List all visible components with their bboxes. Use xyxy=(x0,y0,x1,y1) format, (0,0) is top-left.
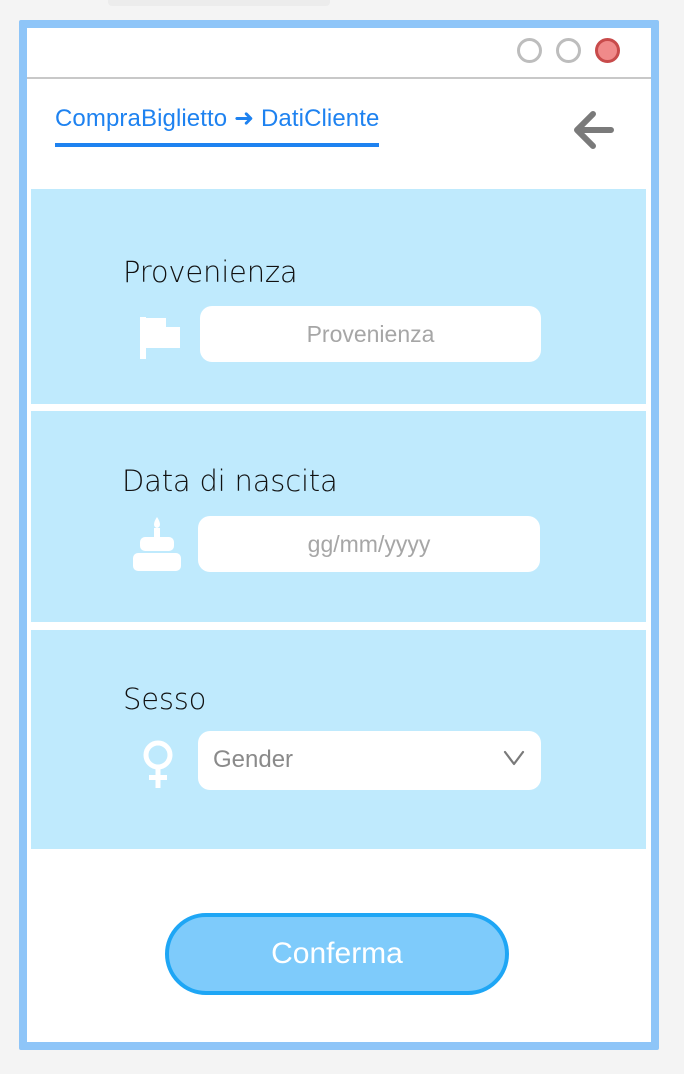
gender-select-value: Gender xyxy=(213,746,294,773)
flag-icon xyxy=(138,316,182,365)
title-bar xyxy=(27,28,651,79)
app-window: CompraBiglietto ➜ DatiCliente Provenienz… xyxy=(19,20,659,1050)
arrow-left-icon xyxy=(574,111,614,149)
minimize-button[interactable] xyxy=(517,38,542,63)
data-nascita-input[interactable] xyxy=(198,516,540,572)
provenienza-input[interactable] xyxy=(200,306,541,362)
provenienza-label: Provenienza xyxy=(123,255,298,289)
sesso-label: Sesso xyxy=(123,682,207,716)
provenienza-field[interactable] xyxy=(200,306,541,362)
data-nascita-section: Data di nascita xyxy=(31,411,646,622)
breadcrumb[interactable]: CompraBiglietto ➜ DatiCliente xyxy=(55,104,380,147)
cake-icon xyxy=(132,515,182,576)
back-button[interactable] xyxy=(567,106,619,154)
sesso-section: Sesso Gender xyxy=(31,630,646,849)
data-nascita-field[interactable] xyxy=(198,516,540,572)
chevron-down-icon xyxy=(503,750,525,766)
top-edge-shadow xyxy=(108,0,330,6)
maximize-button[interactable] xyxy=(556,38,581,63)
close-button[interactable] xyxy=(595,38,620,63)
gender-select[interactable]: Gender xyxy=(198,731,541,790)
confirm-button[interactable]: Conferma xyxy=(165,913,509,995)
data-nascita-label: Data di nascita xyxy=(122,464,338,498)
female-icon xyxy=(141,740,175,795)
provenienza-section: Provenienza xyxy=(31,189,646,404)
